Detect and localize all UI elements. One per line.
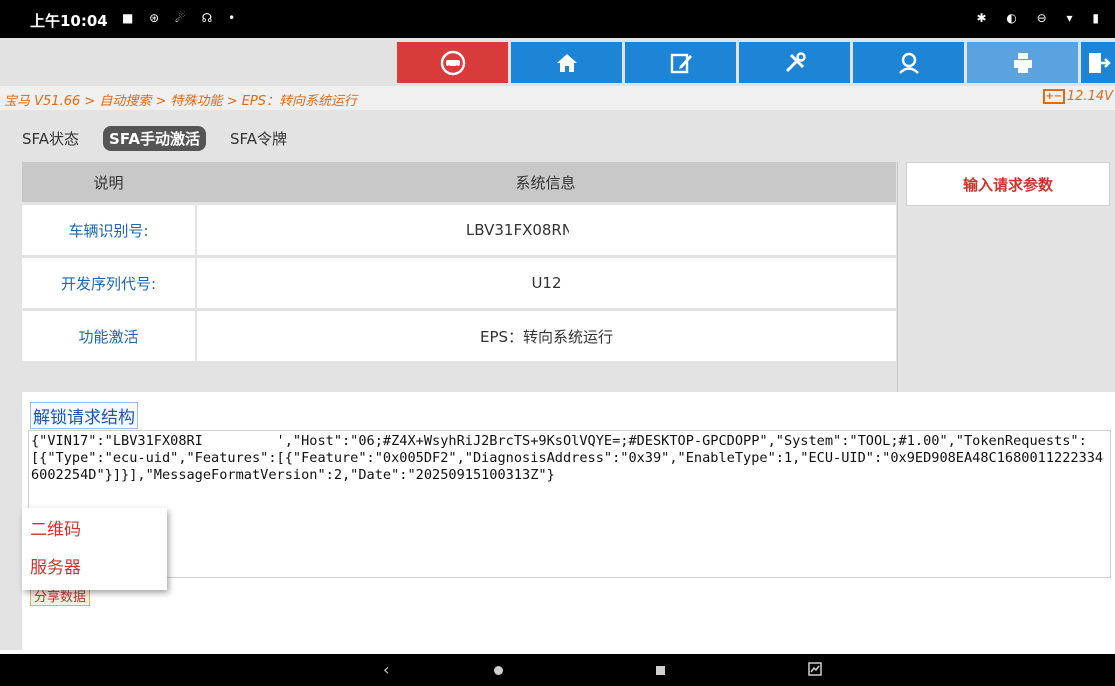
remote-expert-button[interactable] [853, 42, 964, 83]
table-row: 功能激活 EPS：转向系统运行 [22, 311, 896, 361]
menu-item-server[interactable]: 服务器 [22, 546, 167, 584]
unlock-request-panel: 解锁请求结构 {"VIN17":"LBV31FX08RI ',"Host":"0… [22, 392, 1115, 654]
share-popup-menu: 二维码 服务器 [22, 508, 167, 590]
status-right-icons: ✱ ◐ ⊖ ▾ ▮ [976, 11, 1107, 25]
print-button[interactable] [967, 42, 1078, 83]
unlock-request-content[interactable]: {"VIN17":"LBV31FX08RI ',"Host":"06;#Z4X+… [28, 430, 1111, 578]
exit-icon [1089, 52, 1111, 73]
row-value: U12 [197, 258, 896, 308]
redaction-mask [569, 217, 628, 243]
tab-sfa-manual-activation[interactable]: SFA手动激活 [103, 125, 206, 151]
vin-value: LBV31FX08RN [465, 221, 574, 239]
home-nav-icon[interactable] [494, 666, 503, 675]
row-label: 开发序列代号: [22, 258, 195, 308]
car-diagnose-button[interactable] [397, 42, 508, 83]
tools-button[interactable] [739, 42, 850, 83]
status-left-icons: ■ ⊛ ☄ ☊ • [122, 11, 242, 25]
input-request-params-button[interactable]: 输入请求参数 [906, 162, 1110, 206]
side-panel: 输入请求参数 [897, 162, 1115, 392]
tab-bar: SFA状态 SFA手动激活 SFA令牌 [16, 125, 293, 151]
status-bar: 上午10:04 ■ ⊛ ☄ ☊ • ✱ ◐ ⊖ ▾ ▮ [0, 0, 1115, 38]
home-button[interactable] [511, 42, 622, 83]
tab-sfa-status[interactable]: SFA状态 [16, 126, 85, 151]
tools-icon [785, 51, 806, 72]
exit-button[interactable] [1081, 42, 1115, 83]
status-time: 上午10:04 [30, 12, 108, 30]
screenshot-icon[interactable] [808, 662, 822, 676]
car-diagnose-icon [440, 50, 465, 75]
row-label: 车辆识别号: [22, 205, 195, 255]
info-table: 说明 系统信息 车辆识别号: LBV31FX08RN 开发序列代号: U12 功… [22, 162, 896, 361]
breadcrumb-bar: 宝马 V51.66 > 自动搜索 > 特殊功能 > EPS：转向系统运行 +− … [0, 86, 1115, 110]
tab-sfa-token[interactable]: SFA令牌 [224, 126, 293, 151]
row-value: LBV31FX08RN [197, 205, 896, 255]
edit-report-button[interactable] [625, 42, 736, 83]
header-system-info: 系统信息 [515, 173, 576, 192]
row-value: EPS：转向系统运行 [197, 311, 896, 361]
menu-item-qr-code[interactable]: 二维码 [22, 508, 167, 546]
voltage-value: 12.14V [1066, 89, 1113, 104]
breadcrumb: 宝马 V51.66 > 自动搜索 > 特殊功能 > EPS：转向系统运行 [4, 94, 358, 109]
edit-report-icon [670, 53, 692, 73]
battery-icon: +− [1042, 89, 1065, 104]
table-row: 车辆识别号: LBV31FX08RN [22, 205, 896, 255]
top-toolbar [0, 38, 1115, 86]
row-label: 功能激活 [22, 311, 195, 361]
back-icon[interactable]: ‹ [383, 660, 389, 679]
battery-voltage: +− 12.14V [1042, 89, 1113, 104]
recents-icon[interactable] [656, 666, 665, 675]
header-description: 说明 [93, 173, 124, 192]
unlock-request-title: 解锁请求结构 [30, 402, 138, 429]
home-icon [556, 53, 577, 72]
navigation-bar: ‹ [0, 654, 1115, 686]
table-row: 开发序列代号: U12 [22, 258, 896, 308]
table-header: 说明 系统信息 [22, 162, 896, 202]
remote-expert-icon [898, 52, 919, 74]
print-icon [1013, 52, 1032, 73]
